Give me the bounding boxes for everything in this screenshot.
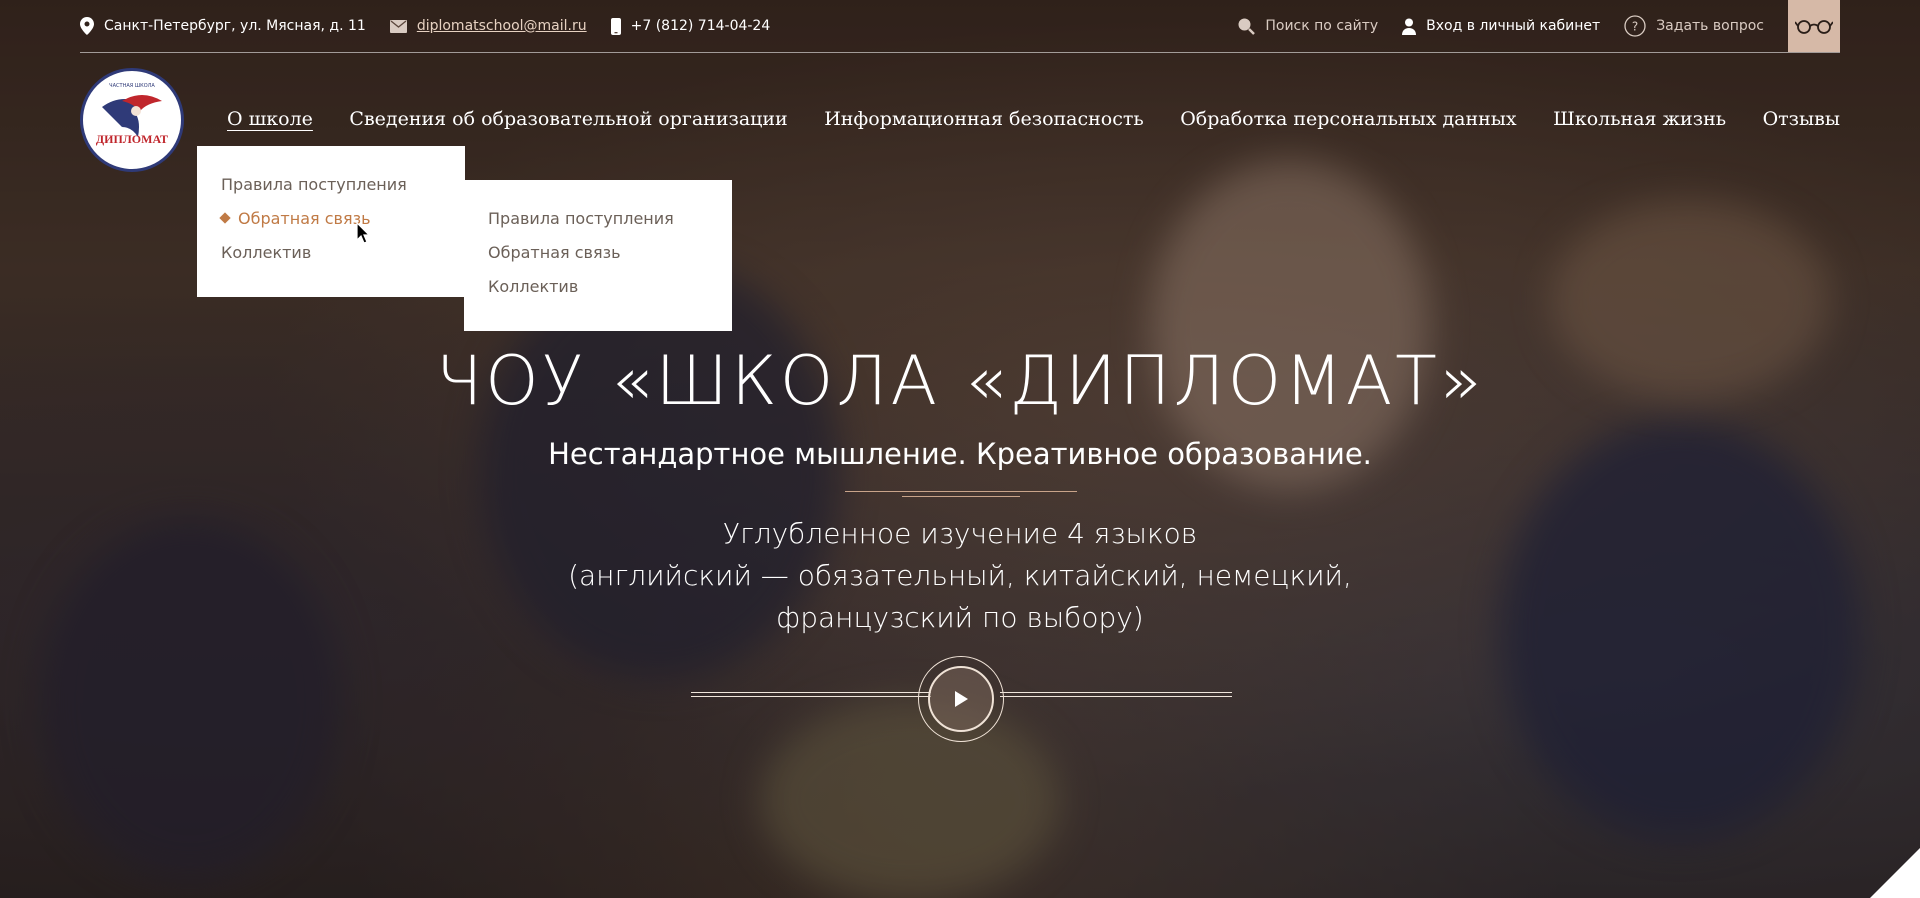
- phone-text[interactable]: +7 (812) 714-04-24: [631, 18, 771, 34]
- school-logo[interactable]: ЧАСТНАЯ ШКОЛА ДИПЛОМАТ: [80, 68, 184, 172]
- search-label: Поиск по сайту: [1265, 18, 1379, 34]
- dropdown-item-feedback[interactable]: Обратная связь: [488, 236, 708, 270]
- topbar-actions: Поиск по сайту Вход в личный кабинет ? З…: [1237, 0, 1840, 52]
- logo-name: ДИПЛОМАТ: [95, 132, 169, 146]
- play-button-inner: [928, 666, 994, 732]
- address: Санкт-Петербург, ул. Мясная, д. 11: [80, 17, 366, 35]
- login-label: Вход в личный кабинет: [1426, 18, 1601, 34]
- hero-subtitle: Нестандартное мышление. Креативное образ…: [548, 437, 1372, 471]
- ask-label: Задать вопрос: [1656, 18, 1764, 34]
- dropdown-item-feedback[interactable]: Обратная связь: [219, 202, 441, 236]
- email[interactable]: diplomatschool@mail.ru: [389, 18, 587, 34]
- nav-item-info-security[interactable]: Информационная безопасность: [824, 108, 1144, 130]
- mail-icon: [389, 19, 407, 33]
- dropdown-item-staff[interactable]: Коллектив: [488, 270, 708, 304]
- dropdown-item-feedback-label: Обратная связь: [238, 209, 371, 228]
- mouse-cursor-icon: [356, 222, 370, 244]
- play-icon: [955, 691, 968, 707]
- main-nav: О школе Сведения об образовательной орга…: [227, 108, 1840, 130]
- phone-icon: [610, 17, 621, 35]
- about-dropdown: Правила поступления Обратная связь Колле…: [197, 146, 465, 297]
- active-marker-icon: [219, 212, 231, 224]
- play-video-button[interactable]: [918, 656, 1004, 742]
- glasses-icon: [1795, 20, 1833, 34]
- hero-title: ЧОУ «ШКОЛА «ДИПЛОМАТ»: [435, 342, 1485, 421]
- decor-line: [691, 692, 931, 693]
- search-button[interactable]: Поиск по сайту: [1237, 17, 1378, 35]
- hero-description: Углубленное изучение 4 языков (английски…: [0, 513, 1920, 639]
- phone[interactable]: +7 (812) 714-04-24: [610, 17, 771, 35]
- user-icon: [1402, 18, 1417, 35]
- topbar: Санкт-Петербург, ул. Мясная, д. 11 diplo…: [80, 0, 1840, 53]
- decor-line: [691, 696, 931, 697]
- nav-item-personal-data[interactable]: Обработка персональных данных: [1180, 108, 1516, 130]
- hero-description-line: французский по выбору): [776, 601, 1144, 634]
- submenu-dropdown: Правила поступления Обратная связь Колле…: [464, 180, 732, 331]
- svg-text:?: ?: [1632, 20, 1638, 34]
- dropdown-item-admission[interactable]: Правила поступления: [488, 202, 708, 236]
- address-text: Санкт-Петербург, ул. Мясная, д. 11: [104, 18, 366, 34]
- divider: [845, 491, 1077, 492]
- logo-small-text: ЧАСТНАЯ ШКОЛА: [109, 83, 155, 89]
- dropdown-item-admission[interactable]: Правила поступления: [221, 168, 441, 202]
- question-icon: ?: [1624, 15, 1646, 37]
- email-link[interactable]: diplomatschool@mail.ru: [417, 18, 587, 34]
- accessibility-button[interactable]: [1788, 0, 1840, 52]
- location-pin-icon: [80, 17, 94, 35]
- nav-item-reviews[interactable]: Отзывы: [1763, 108, 1840, 130]
- login-button[interactable]: Вход в личный кабинет: [1402, 18, 1600, 35]
- decor-line: [1000, 696, 1232, 697]
- search-icon: [1238, 18, 1256, 35]
- nav-item-about[interactable]: О школе: [227, 108, 313, 130]
- decor-line: [1000, 692, 1232, 693]
- ask-question-button[interactable]: ? Задать вопрос: [1624, 15, 1764, 37]
- nav-item-organization-info[interactable]: Сведения об образовательной организации: [349, 108, 787, 130]
- dropdown-item-staff[interactable]: Коллектив: [221, 236, 441, 270]
- corner-decoration: [1870, 848, 1920, 898]
- hero-section: Санкт-Петербург, ул. Мясная, д. 11 diplo…: [0, 0, 1920, 898]
- nav-item-school-life[interactable]: Школьная жизнь: [1553, 108, 1726, 130]
- play-decor-right: [1000, 690, 1232, 698]
- play-decor-left: [691, 690, 931, 698]
- divider: [902, 496, 1020, 497]
- hero-description-line: Углубленное изучение 4 языков: [722, 517, 1198, 550]
- hero-description-line: (английский — обязательный, китайский, н…: [568, 559, 1352, 592]
